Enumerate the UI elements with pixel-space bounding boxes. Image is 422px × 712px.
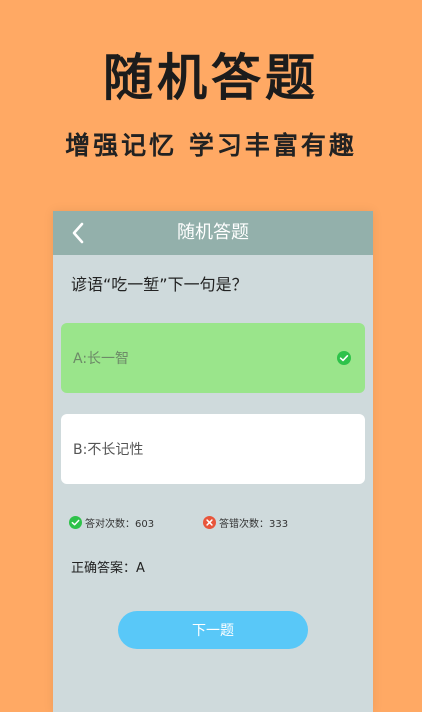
app-header: 随机答题 [53, 211, 373, 255]
promo-subtitle: 增强记忆 学习丰富有趣 [65, 131, 357, 160]
check-circle-icon [337, 351, 351, 365]
question-text: 谚语“吃一堑”下一句是？ [71, 275, 248, 294]
check-circle-icon [69, 516, 82, 529]
option-a-label: A:长一智 [73, 351, 130, 367]
option-b-label: B:不长记性 [73, 442, 144, 458]
stats-row: 答对次数：603 答错次数：333 [69, 515, 369, 533]
correct-count-text: 答对次数：603 [85, 519, 155, 530]
next-question-button[interactable]: 下一题 [118, 611, 308, 649]
correct-answer-text: 正确答案：A [71, 561, 145, 576]
page-title: 随机答题 [177, 222, 249, 243]
app-screen: 随机答题 谚语“吃一堑”下一句是？ A:长一智 B:不长记性 答对次数：603 … [53, 211, 373, 712]
option-b[interactable]: B:不长记性 [61, 414, 365, 484]
wrong-count: 答错次数：333 [203, 515, 288, 530]
wrong-count-text: 答错次数：333 [219, 519, 289, 530]
correct-count: 答对次数：603 [69, 515, 154, 530]
option-a[interactable]: A:长一智 [61, 323, 365, 393]
promo-title: 随机答题 [103, 49, 319, 107]
cross-circle-icon [203, 516, 216, 529]
